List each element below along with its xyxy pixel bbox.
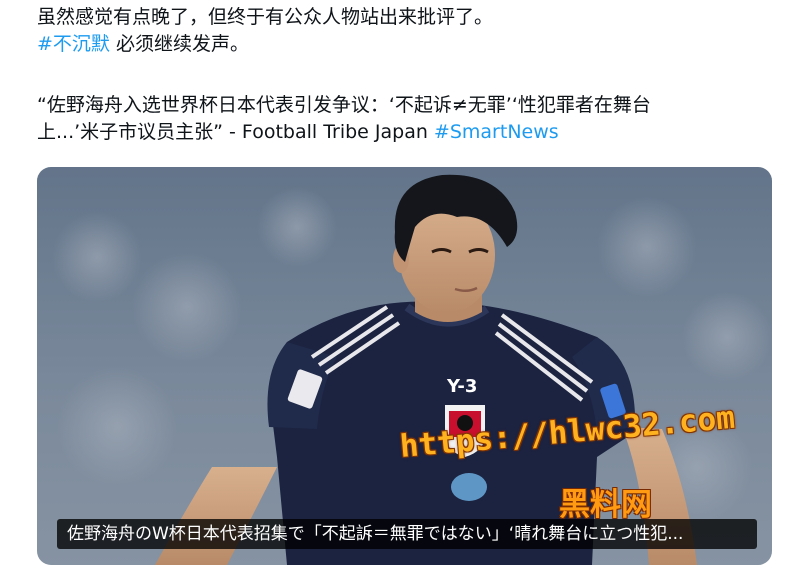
video-caption: 佐野海舟のW杯日本代表招集で「不起訴＝無罪ではない」‘晴れ舞台に立つ性犯... bbox=[57, 519, 757, 549]
quote-line-2-text: 上...’米子市议员主张” - Football Tribe Japan bbox=[37, 121, 434, 143]
hashtag-link[interactable]: #不沉默 bbox=[37, 33, 110, 55]
jersey-logo: Y-3 bbox=[446, 376, 477, 397]
player-photo: Y-3 bbox=[37, 167, 772, 565]
watermark-name: 黑料网 bbox=[559, 487, 652, 523]
post-text: 虽然感觉有点晚了，但终于有公众人物站出来批评了。 #不沉默 必须继续发声。 “佐… bbox=[37, 4, 777, 146]
media-image[interactable]: Y-3 https://hlwc32.com 黑料网 佐野海舟のW杯日本代表招集… bbox=[37, 167, 772, 565]
post-line-2: #不沉默 必须继续发声。 bbox=[37, 31, 777, 58]
post-line-2-text: 必须继续发声。 bbox=[109, 33, 249, 55]
post-line-1: 虽然感觉有点晚了，但终于有公众人物站出来批评了。 bbox=[37, 6, 494, 28]
quote-line-1: “佐野海舟入选世界杯日本代表引发争议：‘不起诉≠无罪’‘性犯罪者在舞台 bbox=[37, 94, 651, 116]
smartnews-hashtag-link[interactable]: #SmartNews bbox=[434, 121, 559, 143]
quote-line-2: 上...’米子市议员主张” - Football Tribe Japan #Sm… bbox=[37, 119, 777, 146]
